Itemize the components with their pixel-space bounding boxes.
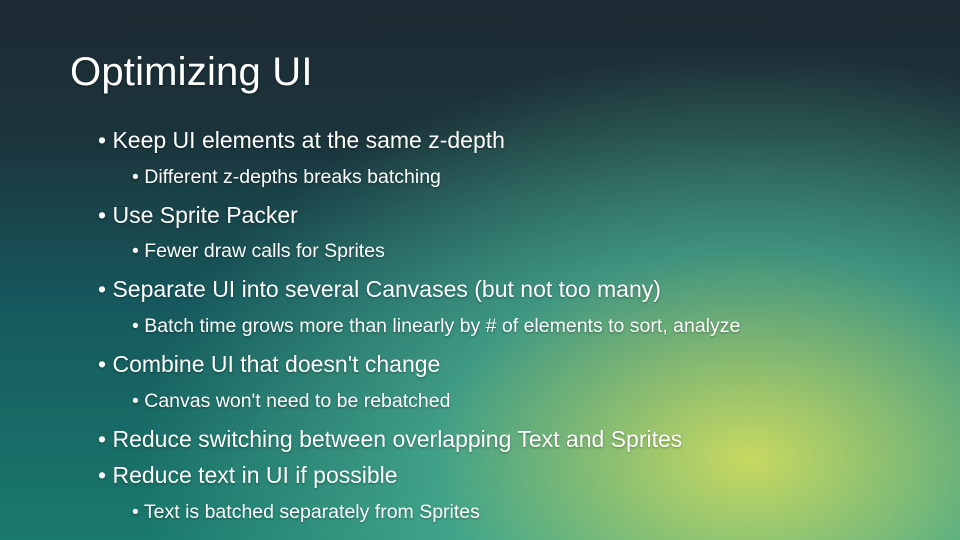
bullet-text: Reduce text in UI if possible	[112, 462, 397, 488]
bullet-text: Use Sprite Packer	[112, 202, 297, 228]
sub-list: Canvas won't need to be rebatched	[98, 386, 890, 416]
slide: Optimizing UI Keep UI elements at the sa…	[0, 0, 960, 540]
list-item: Keep UI elements at the same z-depth Dif…	[98, 123, 890, 192]
list-item: Separate UI into several Canvases (but n…	[98, 272, 890, 341]
sub-bullet-text: Different z-depths breaks batching	[144, 166, 441, 188]
sub-bullet-text: Canvas won't need to be rebatched	[144, 390, 450, 412]
list-item: Text is batched separately from Sprites	[132, 497, 890, 527]
bullet-text: Reduce switching between overlapping Tex…	[112, 426, 682, 452]
list-item: Fewer draw calls for Sprites	[132, 236, 890, 266]
list-item: Combine UI that doesn't change Canvas wo…	[98, 347, 890, 416]
bullet-list: Keep UI elements at the same z-depth Dif…	[70, 123, 890, 527]
list-item: Batch time grows more than linearly by #…	[132, 311, 890, 341]
list-item: Canvas won't need to be rebatched	[132, 386, 890, 416]
sub-list: Fewer draw calls for Sprites	[98, 236, 890, 266]
sub-bullet-text: Text is batched separately from Sprites	[144, 501, 480, 523]
slide-title: Optimizing UI	[70, 50, 890, 95]
list-item: Different z-depths breaks batching	[132, 162, 890, 192]
bullet-text: Separate UI into several Canvases (but n…	[112, 276, 660, 302]
sub-bullet-text: Batch time grows more than linearly by #…	[144, 315, 740, 337]
list-item: Use Sprite Packer Fewer draw calls for S…	[98, 198, 890, 267]
list-item: Reduce switching between overlapping Tex…	[98, 422, 890, 457]
bullet-text: Keep UI elements at the same z-depth	[112, 127, 505, 153]
sub-list: Different z-depths breaks batching	[98, 162, 890, 192]
sub-list: Batch time grows more than linearly by #…	[98, 311, 890, 341]
bullet-text: Combine UI that doesn't change	[112, 351, 440, 377]
sub-bullet-text: Fewer draw calls for Sprites	[144, 240, 385, 262]
list-item: Reduce text in UI if possible Text is ba…	[98, 458, 890, 527]
sub-list: Text is batched separately from Sprites	[98, 497, 890, 527]
